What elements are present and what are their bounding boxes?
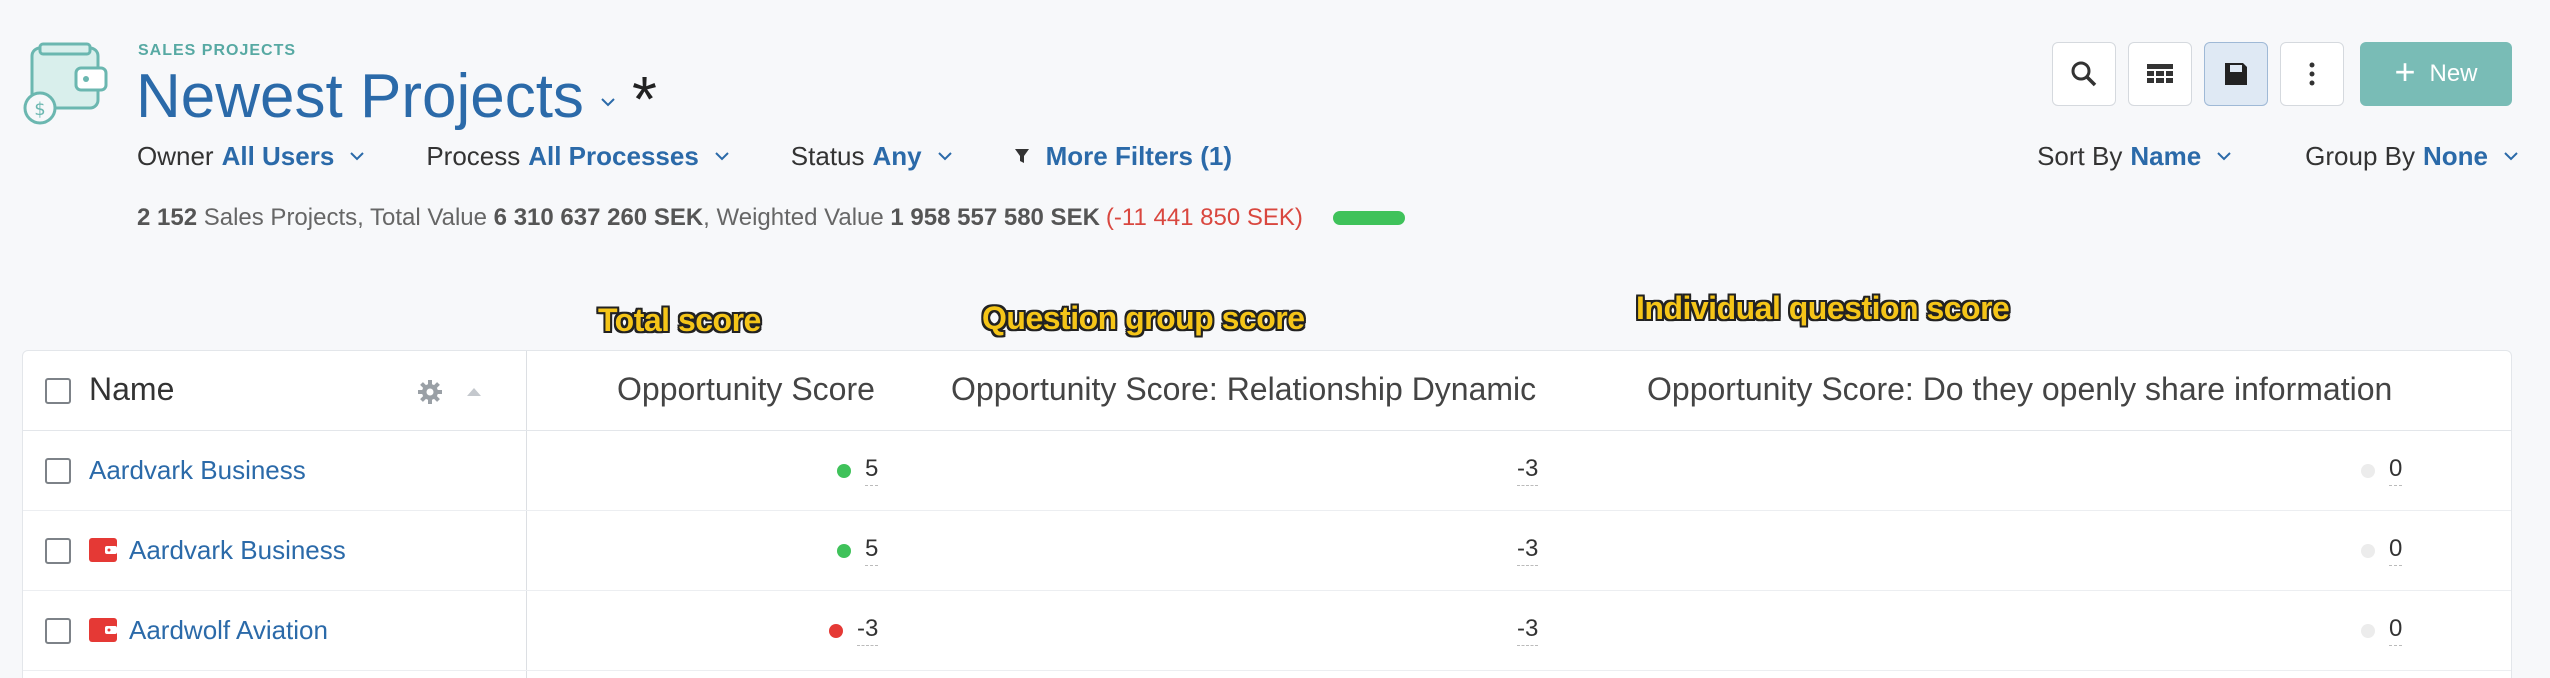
group-by-select[interactable]: Group By None bbox=[2305, 141, 2520, 172]
column-header-share-information[interactable]: Opportunity Score: Do they openly share … bbox=[1647, 371, 2392, 408]
column-header-opportunity-score[interactable]: Opportunity Score bbox=[617, 371, 875, 408]
filter-icon bbox=[1014, 149, 1029, 163]
score-status-dot bbox=[829, 624, 843, 638]
search-icon bbox=[2071, 61, 2097, 87]
share-information-value: 0 bbox=[2389, 535, 2403, 566]
process-filter[interactable]: Process All Processes bbox=[426, 141, 730, 172]
toolbar: + New bbox=[2052, 42, 2512, 106]
plus-icon: + bbox=[2394, 51, 2416, 92]
wallet-icon bbox=[89, 618, 117, 642]
kebab-menu-icon bbox=[2309, 62, 2315, 86]
row-checkbox[interactable] bbox=[45, 618, 71, 644]
column-header-name[interactable]: Name bbox=[89, 371, 174, 408]
wallet-icon bbox=[89, 538, 117, 562]
chevron-down-icon bbox=[350, 152, 365, 161]
status-filter[interactable]: Status Any bbox=[791, 141, 954, 172]
chevron-down-icon bbox=[2217, 152, 2231, 161]
chevron-down-icon[interactable] bbox=[598, 92, 618, 112]
table-row: Aardwolf Aviation -3 -3 0 bbox=[23, 591, 2511, 671]
relationship-dynamic-value: -3 bbox=[1517, 455, 1539, 486]
sort-group-bar: Sort By Name Group By None bbox=[1965, 138, 2520, 174]
table-row: Aardvark Business 5 -3 0 bbox=[23, 431, 2511, 511]
row-checkbox[interactable] bbox=[45, 538, 71, 564]
status-filter-label: Status bbox=[790, 140, 865, 171]
summary-count-text: Sales Projects, Total Value bbox=[197, 204, 494, 231]
projects-table: Name Opportunity Score Opportunity Score… bbox=[22, 350, 2512, 678]
select-all-checkbox[interactable] bbox=[45, 378, 71, 404]
summary-weighted-text: , Weighted Value bbox=[703, 204, 891, 231]
save-icon bbox=[2225, 63, 2247, 85]
sales-projects-logo-icon: $ bbox=[23, 42, 108, 125]
summary-line: 2 152 Sales Projects, Total Value 6 310 … bbox=[137, 204, 1405, 232]
status-filter-value: Any bbox=[872, 140, 922, 171]
process-filter-label: Process bbox=[426, 140, 521, 171]
individual-score-dot bbox=[2361, 464, 2375, 478]
sort-by-value: Name bbox=[2130, 140, 2202, 171]
grid-view-button[interactable] bbox=[2128, 42, 2192, 106]
sort-ascending-icon[interactable] bbox=[465, 385, 483, 397]
sort-by-select[interactable]: Sort By Name bbox=[2037, 141, 2233, 172]
grid-icon bbox=[2147, 64, 2173, 83]
process-filter-value: All Processes bbox=[528, 140, 699, 171]
chevron-down-icon bbox=[715, 152, 729, 161]
opportunity-score-value: -3 bbox=[857, 615, 879, 646]
page-title[interactable]: Newest Projects bbox=[136, 61, 584, 132]
table-header-row: Name Opportunity Score Opportunity Score… bbox=[23, 351, 2511, 431]
chevron-down-icon bbox=[937, 152, 952, 161]
share-information-value: 0 bbox=[2389, 615, 2403, 646]
relationship-dynamic-value: -3 bbox=[1517, 535, 1539, 566]
score-status-dot bbox=[837, 464, 851, 478]
owner-filter[interactable]: Owner All Users bbox=[137, 141, 366, 172]
chevron-down-icon bbox=[2504, 152, 2518, 161]
owner-filter-label: Owner bbox=[137, 140, 214, 171]
project-name-link[interactable]: Aardvark Business bbox=[89, 455, 306, 486]
more-filters-button[interactable]: More Filters (1) bbox=[1014, 140, 1233, 172]
progress-bar bbox=[1332, 211, 1405, 225]
save-view-button[interactable] bbox=[2204, 42, 2268, 106]
individual-score-dot bbox=[2361, 624, 2375, 638]
unsaved-marker: * bbox=[631, 63, 657, 135]
row-checkbox[interactable] bbox=[45, 458, 71, 484]
group-by-value: None bbox=[2423, 140, 2488, 171]
gear-icon[interactable] bbox=[417, 379, 443, 405]
table-row: Aardvark Business 5 -3 0 bbox=[23, 511, 2511, 591]
new-button[interactable]: + New bbox=[2360, 42, 2512, 106]
new-button-label: New bbox=[2429, 60, 2478, 87]
individual-score-dot bbox=[2361, 544, 2375, 558]
share-information-value: 0 bbox=[2389, 455, 2403, 486]
annotation-individual-score: Individual question score bbox=[1636, 290, 2010, 326]
search-button[interactable] bbox=[2052, 42, 2116, 106]
more-filters-label: More Filters (1) bbox=[1045, 140, 1233, 171]
total-value: 6 310 637 260 SEK bbox=[493, 204, 704, 231]
opportunity-score-value: 5 bbox=[865, 535, 879, 566]
weighted-value: 1 958 557 580 SEK bbox=[890, 204, 1100, 231]
column-header-relationship-dynamic[interactable]: Opportunity Score: Relationship Dynamic bbox=[951, 371, 1536, 408]
value-delta: (-11 441 850 SEK) bbox=[1105, 204, 1303, 231]
group-by-label: Group By bbox=[2305, 140, 2415, 171]
svg-text:$: $ bbox=[34, 99, 45, 120]
annotation-total-score: Total score bbox=[598, 302, 761, 338]
project-name-link[interactable]: Aardwolf Aviation bbox=[129, 615, 328, 646]
opportunity-score-value: 5 bbox=[865, 455, 879, 486]
score-status-dot bbox=[837, 544, 851, 558]
project-name-link[interactable]: Aardvark Business bbox=[129, 535, 346, 566]
annotation-group-score: Question group score bbox=[982, 300, 1305, 336]
page-title-row: Newest Projects * bbox=[136, 58, 657, 134]
sort-by-label: Sort By bbox=[2037, 140, 2123, 171]
more-options-button[interactable] bbox=[2280, 42, 2344, 106]
filter-bar: Owner All Users Process All Processes St… bbox=[137, 138, 1292, 174]
owner-filter-value: All Users bbox=[221, 140, 335, 171]
project-count: 2 152 bbox=[137, 204, 198, 231]
relationship-dynamic-value: -3 bbox=[1517, 615, 1539, 646]
